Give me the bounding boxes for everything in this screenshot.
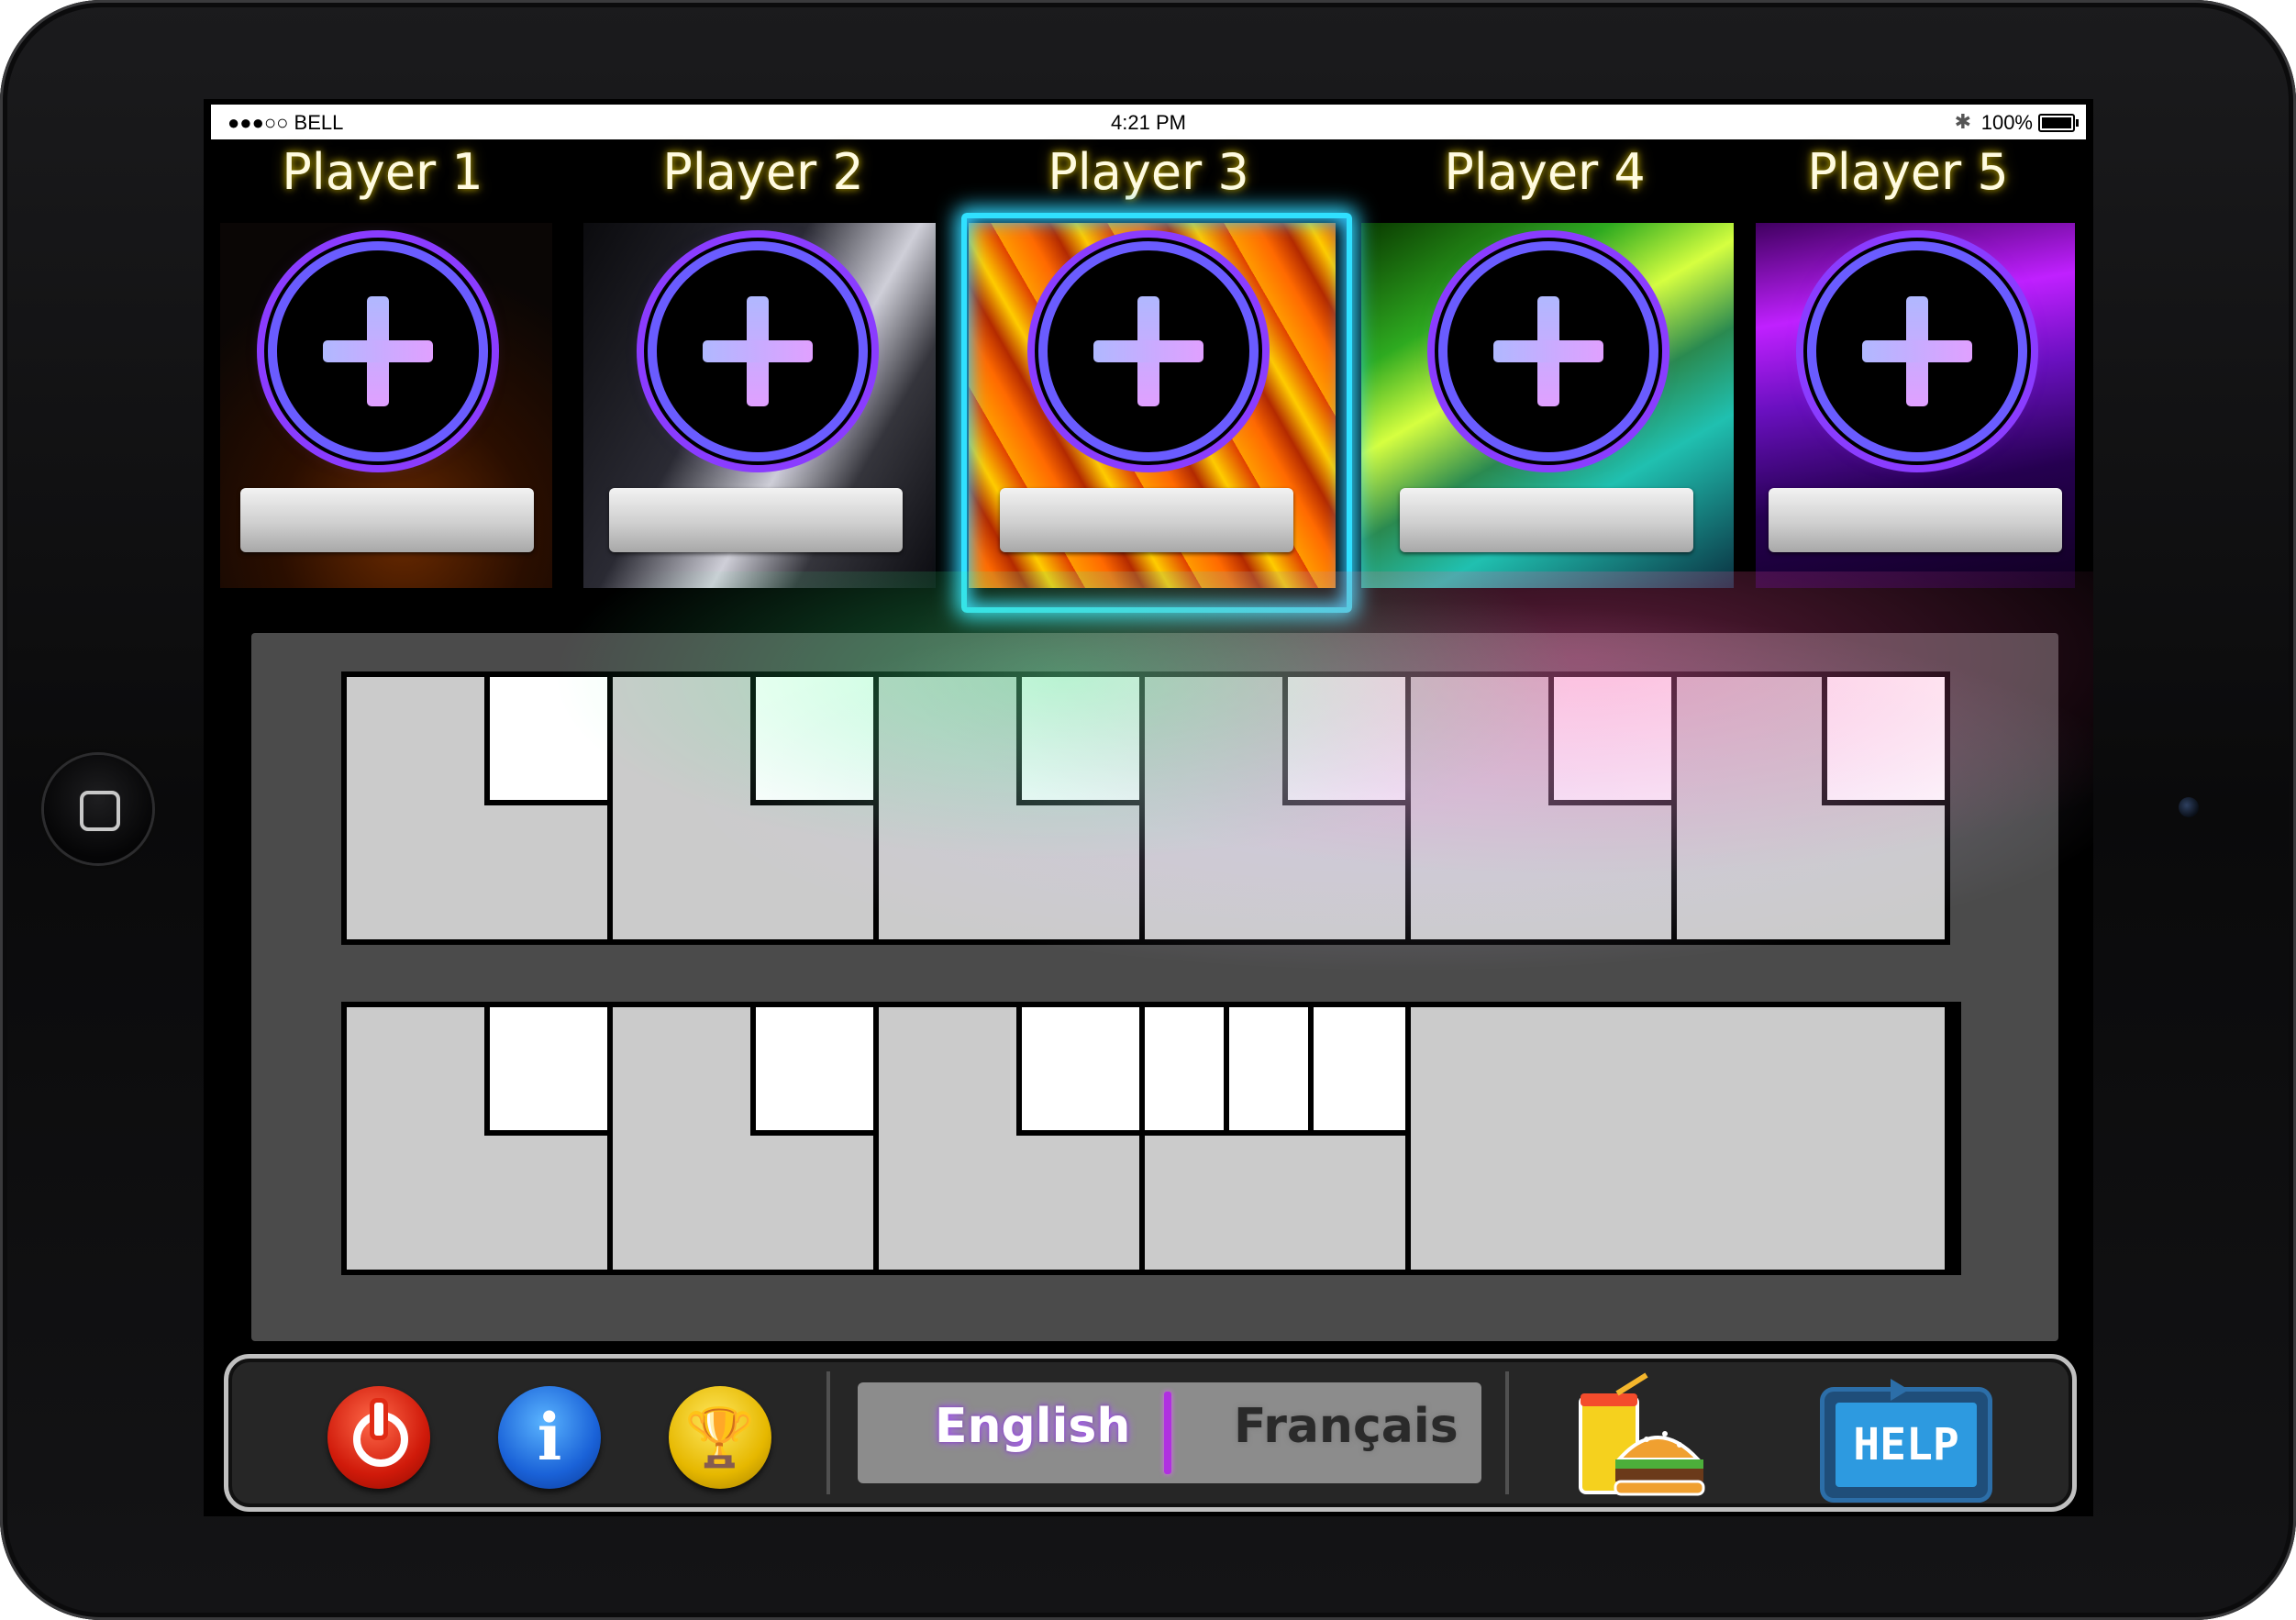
frame-2[interactable]: [613, 677, 879, 939]
clock: 4:21 PM: [1111, 111, 1186, 134]
frame-9-ball-box[interactable]: [1016, 1007, 1139, 1136]
status-bar: ●●●○○ BELL 4:21 PM ✱ 100%: [211, 105, 2086, 139]
add-player-5-button[interactable]: [1816, 250, 2018, 452]
player-5-label: Player 5: [1807, 143, 2009, 201]
app-screen: ●●●○○ BELL 4:21 PM ✱ 100% Player 1 Playe…: [204, 99, 2093, 1516]
frame-7-ball-box[interactable]: [484, 1007, 607, 1136]
player-1-name-field[interactable]: [240, 488, 534, 552]
player-3-label: Player 3: [1048, 143, 1249, 201]
burger-drink-icon: [1579, 1372, 1705, 1496]
frame-3[interactable]: [879, 677, 1145, 939]
player-4-label: Player 4: [1444, 143, 1646, 201]
player-1-label: Player 1: [282, 143, 483, 201]
frame-7[interactable]: [347, 1007, 613, 1270]
toolbar-divider: [1505, 1371, 1509, 1494]
player-5-name-field[interactable]: [1769, 488, 2062, 552]
frame-4[interactable]: [1145, 677, 1411, 939]
frames-7-10: [341, 1002, 1961, 1275]
player-4-name-field[interactable]: [1400, 488, 1693, 552]
language-divider: [1164, 1392, 1171, 1474]
frame-8-ball-box[interactable]: [750, 1007, 873, 1136]
language-english-option[interactable]: English: [935, 1399, 1130, 1454]
frame-6-ball-box[interactable]: [1822, 677, 1945, 805]
frame-10-ball-2[interactable]: [1229, 1007, 1314, 1136]
total-score-box: [1411, 1007, 1945, 1270]
trophy-icon: 🏆: [684, 1404, 756, 1470]
frame-5-ball-box[interactable]: [1548, 677, 1671, 805]
trophy-button[interactable]: 🏆: [669, 1386, 771, 1489]
frame-10-ball-3[interactable]: [1314, 1007, 1405, 1136]
battery-icon: [2038, 114, 2079, 132]
player-2-label: Player 2: [662, 143, 864, 201]
frame-6[interactable]: [1677, 677, 1945, 939]
player-3-name-field[interactable]: [1000, 488, 1293, 552]
frame-5[interactable]: [1411, 677, 1677, 939]
info-icon: i: [537, 1399, 562, 1475]
add-player-2-button[interactable]: [657, 250, 859, 452]
info-button[interactable]: i: [498, 1386, 601, 1489]
front-camera: [2179, 797, 2199, 817]
language-french-option[interactable]: Français: [1234, 1399, 1459, 1454]
add-player-3-button[interactable]: [1048, 250, 1249, 452]
battery-percent: 100%: [1980, 111, 2033, 134]
bluetooth-icon: ✱: [1954, 110, 1971, 133]
toolbar-divider: [826, 1371, 830, 1494]
language-toggle[interactable]: English Français: [858, 1382, 1481, 1483]
food-order-button[interactable]: [1573, 1371, 1720, 1509]
help-label: HELP: [1836, 1403, 1977, 1487]
frame-1-ball-box[interactable]: [484, 677, 607, 805]
power-button[interactable]: [327, 1386, 430, 1489]
bottom-toolbar: i 🏆 English Français HELP: [224, 1354, 2077, 1512]
frame-8[interactable]: [613, 1007, 879, 1270]
frame-10[interactable]: [1145, 1007, 1411, 1270]
frame-4-ball-box[interactable]: [1282, 677, 1405, 805]
frame-10-ball-1[interactable]: [1145, 1007, 1229, 1136]
frame-3-ball-box[interactable]: [1016, 677, 1139, 805]
frame-2-ball-box[interactable]: [750, 677, 873, 805]
add-player-4-button[interactable]: [1447, 250, 1649, 452]
add-player-1-button[interactable]: [277, 250, 479, 452]
player-2-name-field[interactable]: [609, 488, 903, 552]
frame-9[interactable]: [879, 1007, 1145, 1270]
help-arrow-icon: [1891, 1379, 1909, 1401]
home-button[interactable]: [44, 755, 152, 863]
tablet-frame: ●●●○○ BELL 4:21 PM ✱ 100% Player 1 Playe…: [0, 0, 2296, 1620]
help-button[interactable]: HELP: [1825, 1379, 1988, 1498]
frames-1-6: [341, 671, 1950, 945]
frame-1[interactable]: [347, 677, 613, 939]
